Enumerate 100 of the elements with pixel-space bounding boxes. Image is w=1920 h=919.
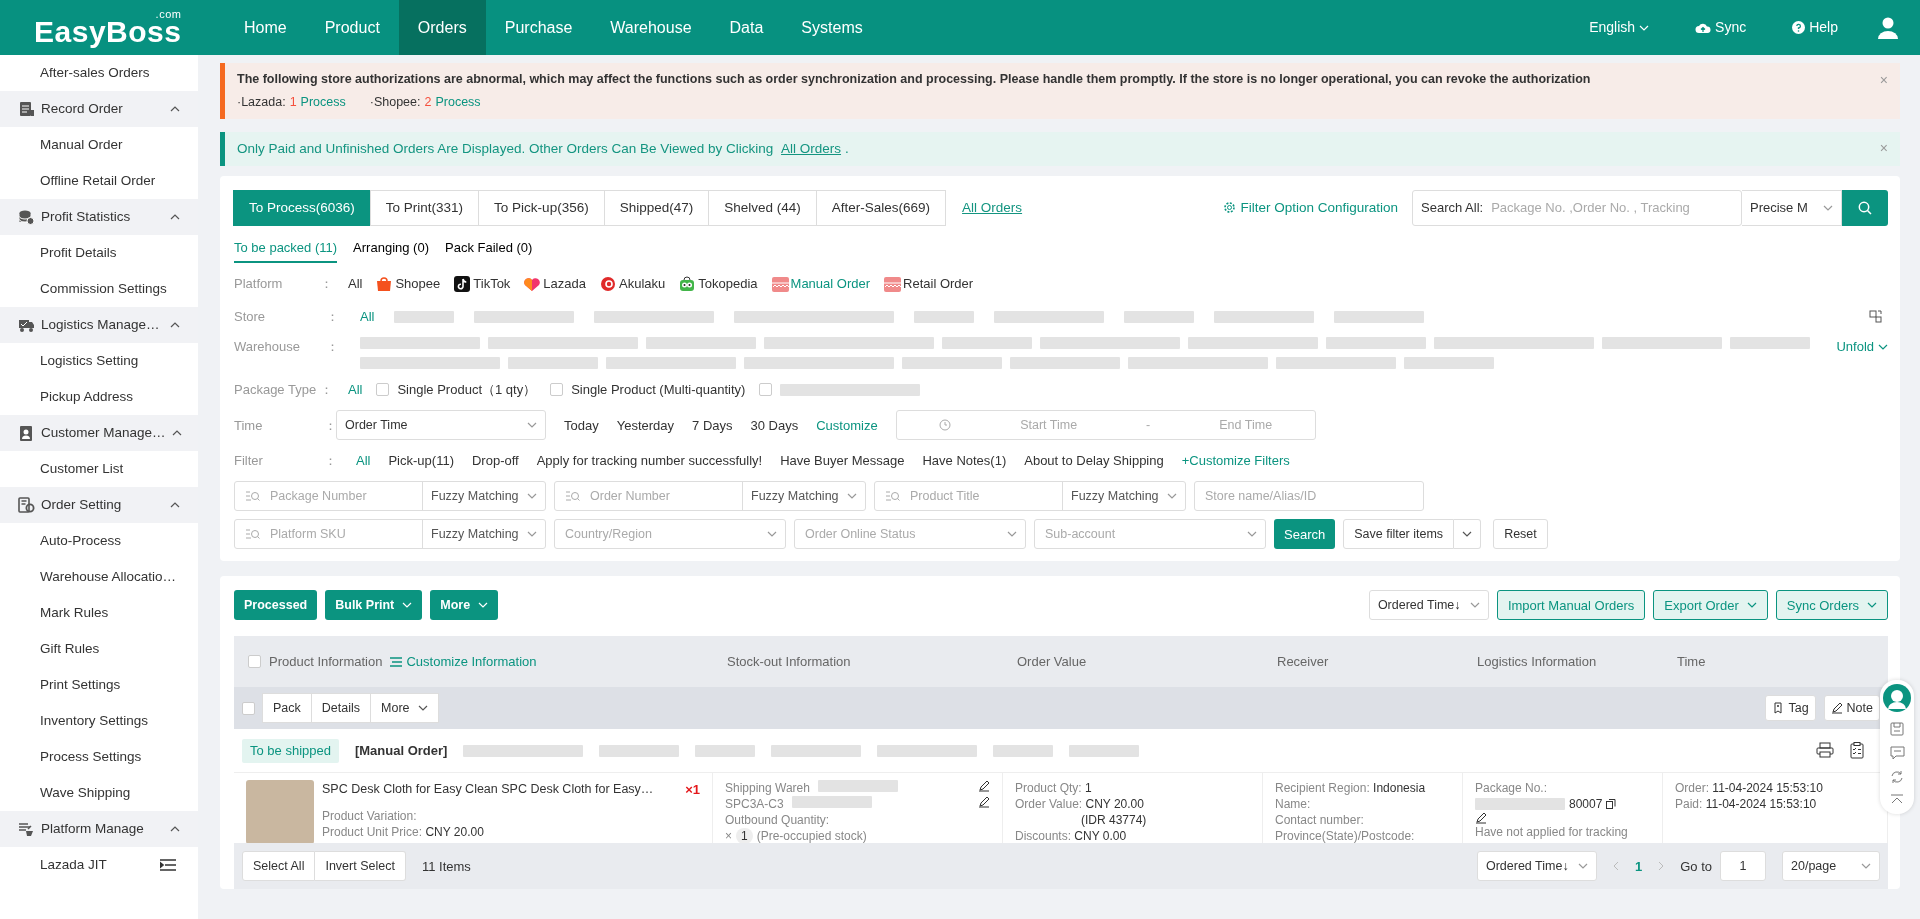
status-tab[interactable]: To Pick-up(356): [478, 189, 605, 226]
sidebar-group[interactable]: Customer Manage…: [0, 415, 198, 451]
sidebar-group[interactable]: Record Order: [0, 91, 198, 127]
filter-option[interactable]: Have Buyer Message: [780, 451, 905, 471]
customize-filters-link[interactable]: +Customize Filters: [1181, 451, 1290, 471]
sidebar-item[interactable]: Lazada JIT: [0, 847, 198, 883]
sidebar-item[interactable]: Gift Rules: [0, 631, 198, 667]
sidebar-item[interactable]: Profit Details: [0, 235, 198, 271]
save-options-dropdown[interactable]: [1454, 519, 1482, 550]
time-option[interactable]: 7 Days: [692, 415, 733, 435]
search-field[interactable]: Platform SKU Fuzzy Matching: [234, 519, 546, 550]
sidebar-item[interactable]: Customer List: [0, 451, 198, 487]
sort-select[interactable]: Ordered Time↓: [1368, 590, 1489, 621]
sidebar-item[interactable]: Pickup Address: [0, 379, 198, 415]
time-option[interactable]: Yesterday: [616, 415, 675, 435]
filter-config-button[interactable]: Filter Option Configuration: [1217, 196, 1404, 219]
checkbox[interactable]: [376, 383, 390, 397]
unfold-button[interactable]: Unfold: [1836, 337, 1888, 357]
group-action-button[interactable]: Details: [310, 693, 371, 724]
status-tab[interactable]: To Process(6036): [233, 189, 371, 226]
nav-tab[interactable]: Data: [710, 0, 783, 55]
filter-option[interactable]: TikTok: [454, 274, 511, 294]
nav-tab[interactable]: Home: [225, 0, 306, 55]
status-tab[interactable]: Shelved (44): [708, 189, 817, 226]
checkbox[interactable]: [550, 383, 564, 397]
nav-tab[interactable]: Orders: [398, 0, 486, 55]
filter-option[interactable]: Have Notes(1): [922, 451, 1007, 471]
search-button[interactable]: Search: [1274, 519, 1336, 550]
filter-option[interactable]: Lazada: [524, 274, 586, 294]
filter-label: Time: [234, 416, 264, 435]
time-option[interactable]: Today: [564, 415, 599, 435]
sidebar-item[interactable]: Inventory Settings: [0, 703, 198, 739]
sidebar-item[interactable]: Mark Rules: [0, 595, 198, 631]
sidebar-item[interactable]: Warehouse Allocatio…: [0, 559, 198, 595]
nav-tab[interactable]: Purchase: [485, 0, 592, 55]
row-action-button[interactable]: Note: [1823, 695, 1880, 722]
sidebar-group[interactable]: Profit Statistics: [0, 199, 198, 235]
sidebar-group[interactable]: Platform Manage: [0, 811, 198, 847]
filter-option[interactable]: All: [348, 380, 363, 400]
sidebar-item[interactable]: Offline Retail Order: [0, 163, 198, 199]
status-tab[interactable]: Shipped(47): [603, 189, 710, 226]
status-tab[interactable]: After-Sales(669): [815, 189, 947, 226]
sub-tab[interactable]: Pack Failed (0): [445, 233, 533, 264]
filter-option[interactable]: Retail Order: [884, 274, 974, 294]
time-option[interactable]: 30 Days: [750, 415, 799, 435]
page-size-select[interactable]: 20/page: [1782, 851, 1880, 882]
group-action-button[interactable]: More: [370, 693, 439, 724]
select-all-button[interactable]: Select All: [242, 851, 316, 882]
filter-option[interactable]: Manual Order: [771, 274, 871, 294]
nav-tab[interactable]: Product: [305, 0, 399, 55]
filter-option[interactable]: Pick-up(11): [388, 451, 454, 471]
sidebar-item[interactable]: Logistics Setting: [0, 343, 198, 379]
sidebar-group[interactable]: Order Setting: [0, 487, 198, 523]
nav-tab[interactable]: Systems: [782, 0, 882, 55]
sidebar-group[interactable]: Logistics Manage…: [0, 307, 198, 343]
sort-select[interactable]: Ordered Time↓: [1476, 851, 1597, 882]
all-orders-link[interactable]: All Orders: [962, 197, 1023, 218]
filter-option[interactable]: All: [348, 274, 363, 294]
filter-option[interactable]: Shopee: [376, 274, 441, 294]
save-filter-button[interactable]: Save filter items: [1343, 519, 1455, 550]
action-button[interactable]: Processed: [234, 590, 318, 621]
filter-option[interactable]: All: [356, 451, 371, 471]
checkbox[interactable]: [759, 383, 773, 397]
filter-option[interactable]: All: [360, 307, 375, 327]
search-field[interactable]: Order Number Fuzzy Matching: [554, 481, 866, 512]
order-value-detail: (IDR 43774): [1080, 812, 1148, 829]
action-button[interactable]: Bulk Print: [325, 590, 423, 621]
select-all-checkbox[interactable]: [248, 655, 261, 669]
status-tab[interactable]: To Print(331): [369, 189, 480, 226]
search-field[interactable]: Product Title Fuzzy Matching: [874, 481, 1186, 512]
sidebar-item[interactable]: Print Settings: [0, 667, 198, 703]
language-dropdown[interactable]: English: [1583, 16, 1656, 39]
action-button[interactable]: More: [430, 590, 499, 621]
customize-link[interactable]: Customize: [816, 415, 878, 435]
group-checkbox[interactable]: [242, 701, 255, 715]
help-button[interactable]: Help: [1786, 16, 1844, 39]
reset-button[interactable]: Reset: [1493, 519, 1548, 550]
sidebar-item[interactable]: Auto-Process: [0, 523, 198, 559]
sync-button[interactable]: Sync: [1689, 16, 1753, 39]
page-input[interactable]: 1: [1720, 851, 1766, 882]
sidebar-item[interactable]: Wave Shipping: [0, 775, 198, 811]
time-type-select[interactable]: Order Time: [336, 410, 546, 441]
nav-tab[interactable]: Warehouse: [591, 0, 711, 55]
filter-option[interactable]: About to Delay Shipping: [1024, 451, 1164, 471]
sub-tab[interactable]: Arranging (0): [353, 233, 429, 264]
invert-select-button[interactable]: Invert Select: [315, 851, 406, 882]
filter-option[interactable]: Apply for tracking number successfully!: [536, 451, 763, 471]
filter-option[interactable]: Drop-off: [471, 451, 519, 471]
filter-option[interactable]: Akulaku: [600, 274, 666, 294]
search-field[interactable]: Search All: Package No. ,Order No. , Tracking: [1412, 189, 1742, 226]
row-action-button[interactable]: Tag: [1765, 695, 1816, 722]
sidebar-item[interactable]: After-sales Orders: [0, 55, 198, 91]
filter-option[interactable]: Tokopedia: [679, 274, 758, 294]
search-button[interactable]: [1842, 189, 1888, 226]
group-action-button[interactable]: Pack: [262, 693, 312, 724]
sidebar-item[interactable]: Manual Order: [0, 127, 198, 163]
sub-tab[interactable]: To be packed (11): [234, 233, 338, 264]
sidebar-item[interactable]: Commission Settings: [0, 271, 198, 307]
search-field[interactable]: Package Number Fuzzy Matching: [234, 481, 546, 512]
sidebar-item[interactable]: Process Settings: [0, 739, 198, 775]
